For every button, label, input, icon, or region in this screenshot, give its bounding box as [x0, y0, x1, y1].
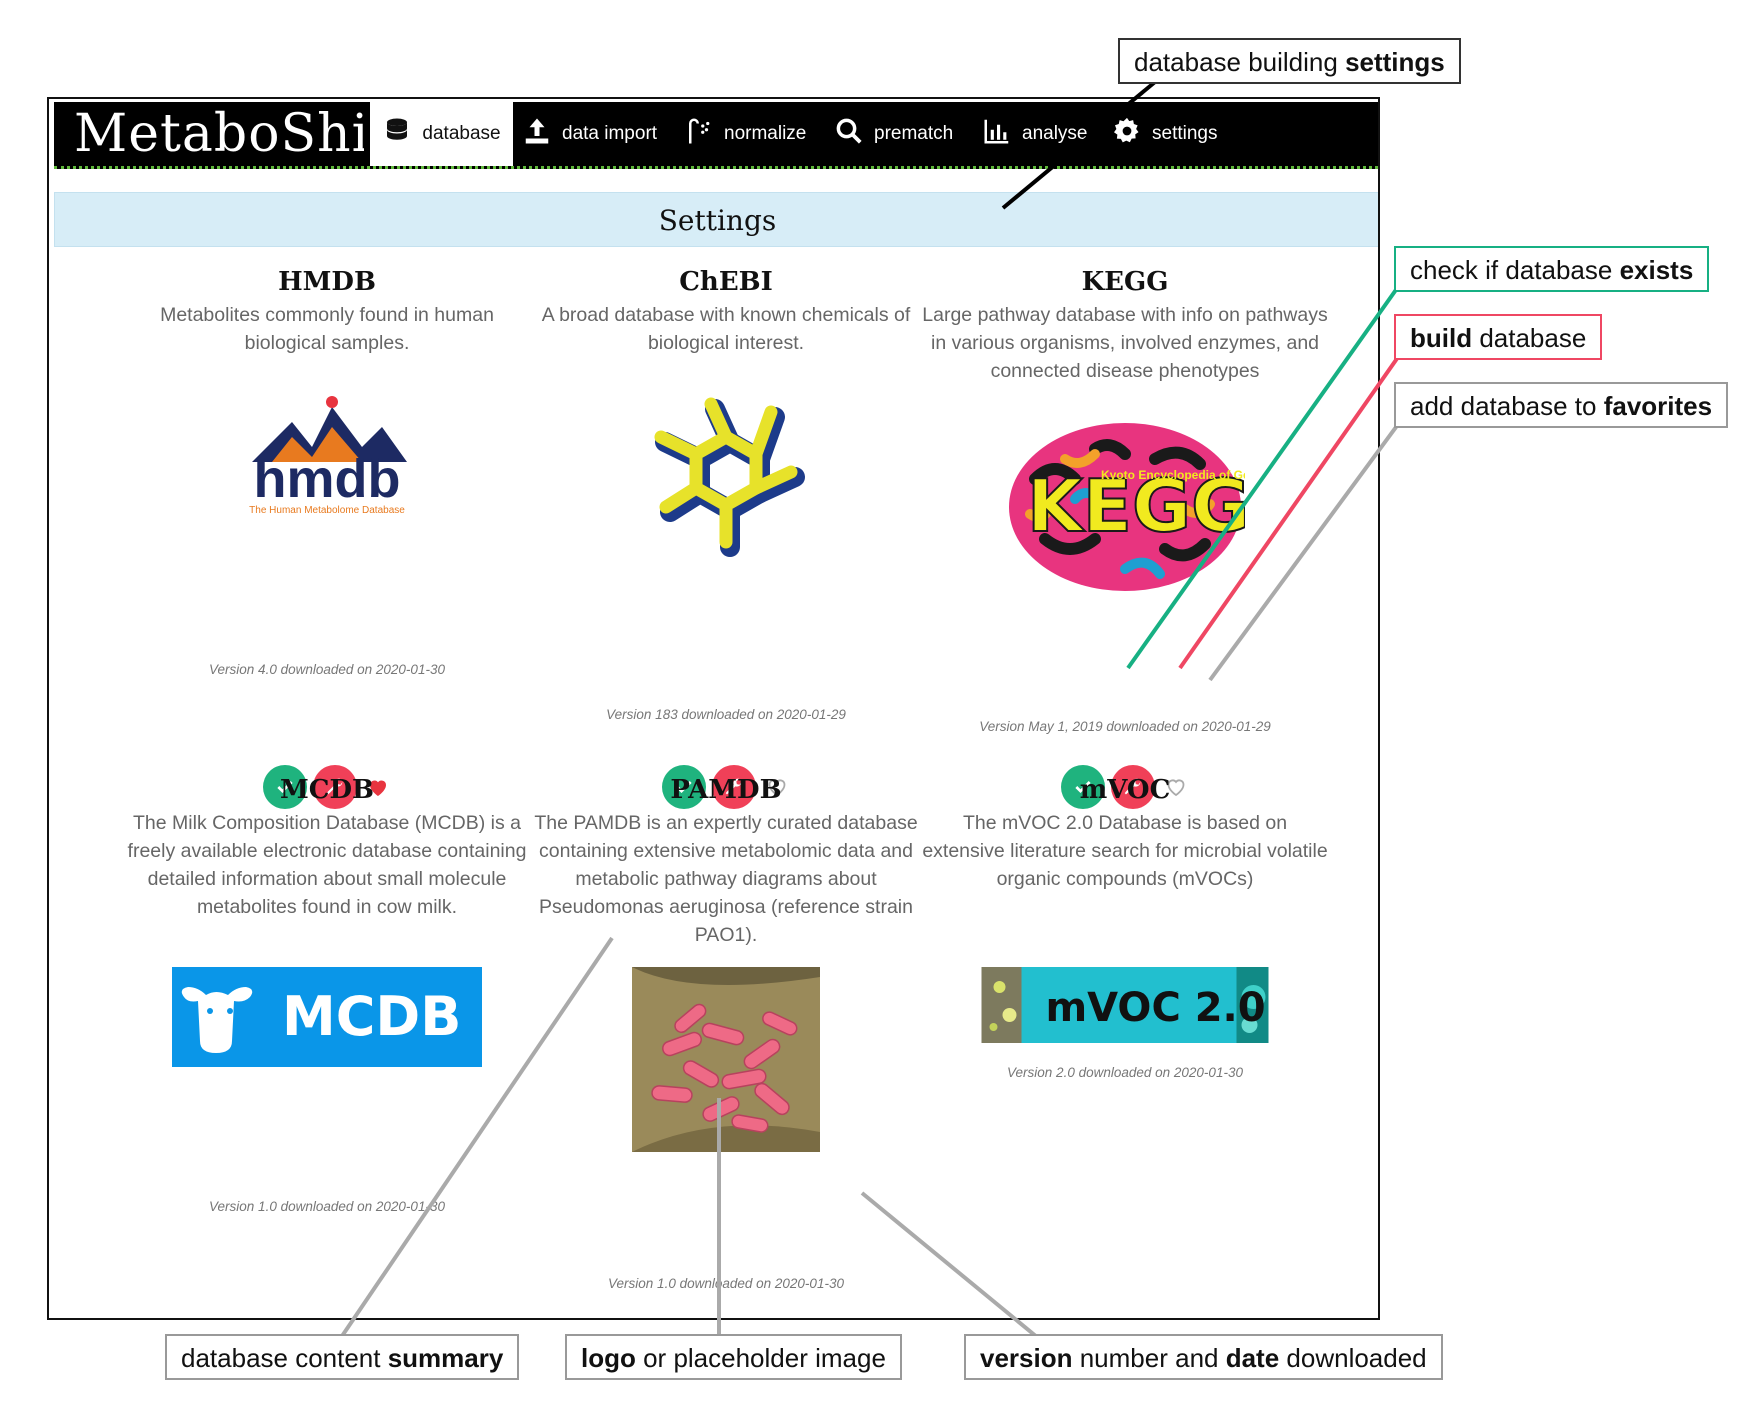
hmdb-logo: hmdb The Human Metabolome Database [232, 392, 422, 517]
search-icon [834, 116, 864, 152]
hmdb-logo-subtext: The Human Metabolome Database [249, 505, 405, 516]
kegg-logo: KEGG Kyoto Encyclopedia of Genes and Gen… [1005, 419, 1353, 594]
callout-exists: check if database exists [1394, 246, 1710, 292]
database-card-mcdb: MCDB The Milk Composition Database (MCDB… [117, 775, 537, 1214]
database-card-hmdb: HMDB Metabolites commonly found in human… [117, 267, 537, 809]
hmdb-logo-text: hmdb [254, 449, 401, 509]
card-title: KEGG [1081, 267, 1169, 297]
card-title: mVOC [1079, 775, 1171, 805]
card-description: Large pathway database with info on path… [922, 304, 1328, 382]
tab-normalize[interactable]: normalize [684, 102, 806, 166]
shower-icon [684, 116, 714, 152]
mvoc-logo: mVOC 2.0 [981, 967, 1269, 1043]
card-description: The Milk Composition Database (MCDB) is … [127, 812, 527, 918]
card-description: The PAMDB is an expertly curated databas… [534, 812, 918, 946]
callout-logo: logo or placeholder image [565, 1334, 902, 1380]
tab-label: analyse [1022, 123, 1088, 144]
mcdb-logo-text: MCDB [282, 985, 461, 1048]
callout-settings: database building settings [1118, 38, 1461, 84]
database-card-pamdb: PAMDB The PAMDB is an expertly curated d… [516, 775, 936, 1291]
mvoc-logo-text: mVOC 2.0 [1046, 985, 1266, 1031]
callout-favorites: add database to favorites [1394, 382, 1729, 428]
tab-label: database [422, 123, 501, 144]
tab-settings[interactable]: settings [1112, 102, 1217, 166]
version-info: Version 183 downloaded on 2020-01-29 [606, 707, 846, 722]
kegg-logo-subtext: Kyoto Encyclopedia of Genes and Genomes [1101, 468, 1245, 482]
database-card-mvoc: mVOC The mVOC 2.0 Database is based on e… [915, 775, 1335, 1080]
upload-icon [522, 116, 552, 152]
version-info: Version 2.0 downloaded on 2020-01-30 [1007, 1065, 1243, 1080]
database-icon [382, 116, 412, 152]
tab-label: prematch [874, 123, 954, 144]
app-brand: MetaboShiny [74, 104, 435, 164]
card-description: A broad database with known chemicals of… [541, 304, 911, 354]
database-card-kegg: KEGG Large pathway database with info on… [915, 267, 1353, 809]
callout-build: build database [1394, 314, 1603, 360]
callout-version: version number and date downloaded [964, 1334, 1443, 1380]
tab-data-import[interactable]: data import [522, 102, 657, 166]
card-title: PAMDB [670, 775, 782, 805]
settings-header: Settings [54, 192, 1378, 247]
chebi-logo [641, 392, 811, 562]
version-info: Version 1.0 downloaded on 2020-01-30 [209, 1199, 445, 1214]
navbar: MetaboShiny database data import normali… [54, 102, 1378, 169]
tab-label: normalize [724, 123, 807, 144]
tab-database[interactable]: database [364, 102, 519, 166]
tab-label: data import [562, 123, 658, 144]
tab-prematch[interactable]: prematch [834, 102, 953, 166]
app-window: MetaboShiny database data import normali… [47, 97, 1380, 1320]
tab-label: settings [1152, 123, 1218, 144]
version-info: Version May 1, 2019 downloaded on 2020-0… [979, 719, 1271, 734]
tab-analyse[interactable]: analyse [982, 102, 1088, 166]
version-info: Version 4.0 downloaded on 2020-01-30 [209, 662, 445, 677]
callout-summary: database content summary [165, 1334, 520, 1380]
card-title: MCDB [280, 775, 374, 805]
card-title: HMDB [278, 267, 376, 297]
chart-icon [982, 116, 1012, 152]
database-card-chebi: ChEBI A broad database with known chemic… [516, 267, 936, 809]
card-description: Metabolites commonly found in human biol… [160, 304, 494, 354]
pamdb-bacteria-image [632, 967, 820, 1152]
mcdb-logo: MCDB [172, 967, 482, 1067]
card-title: ChEBI [679, 267, 773, 297]
card-description: The mVOC 2.0 Database is based on extens… [922, 812, 1328, 890]
gear-icon [1112, 116, 1142, 152]
version-info: Version 1.0 downloaded on 2020-01-30 [608, 1276, 844, 1291]
